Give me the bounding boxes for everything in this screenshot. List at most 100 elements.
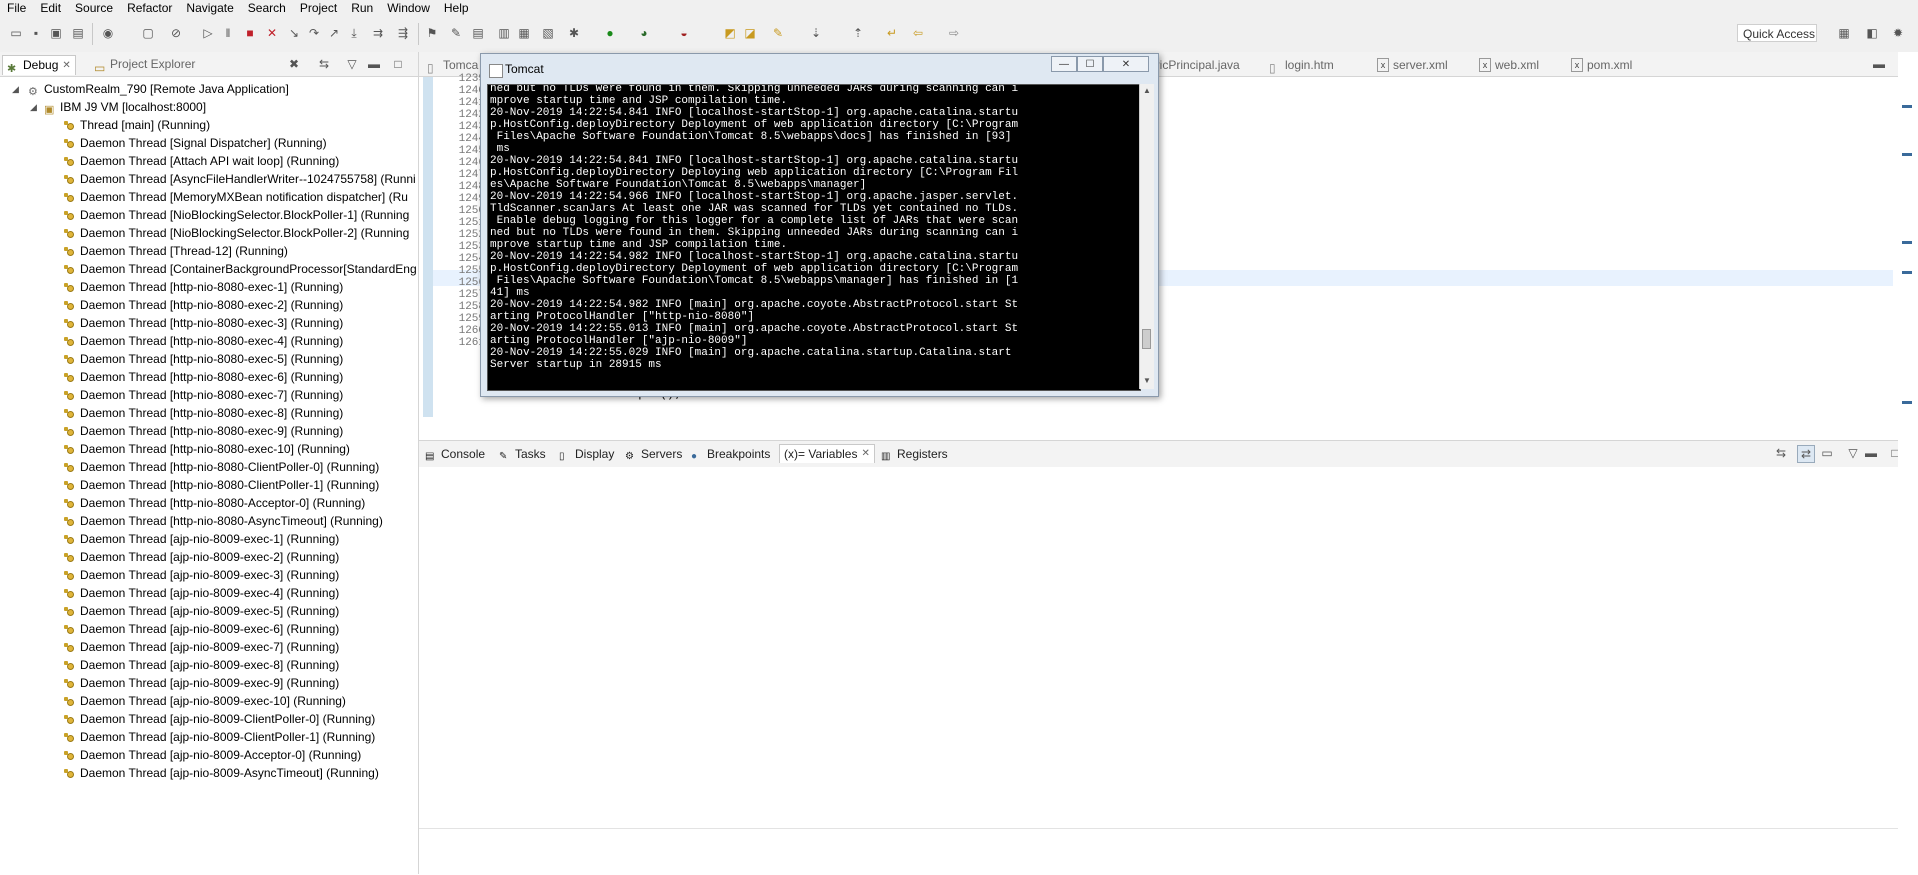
maximize-icon[interactable]: □ [390, 56, 406, 72]
expand-toggle-icon[interactable]: ◢ [12, 80, 19, 98]
prev-annotation-icon[interactable]: ⇡ [850, 25, 866, 41]
show-type-names-icon[interactable]: ⇄ [1797, 445, 1815, 463]
tab-registers[interactable]: ▥ Registers [881, 445, 948, 463]
variables-detail-pane[interactable] [419, 828, 1918, 875]
thread-node[interactable]: Daemon Thread [ajp-nio-8009-exec-4] (Run… [64, 584, 339, 602]
view-menu-icon[interactable]: ▽ [1845, 445, 1861, 461]
print-icon[interactable]: ▤ [70, 25, 86, 41]
new-icon[interactable]: ▭ [8, 25, 24, 41]
editor-tab-server-xml[interactable]: x server.xml [1377, 56, 1448, 74]
suspend-icon[interactable]: ‖ [220, 25, 236, 41]
editor-tab-login[interactable]: ▯ login.htm [1269, 56, 1334, 75]
debug-bug-icon[interactable]: ✱ [566, 25, 582, 41]
search-icon[interactable]: ✎ [770, 25, 786, 41]
thread-node[interactable]: Daemon Thread [http-nio-8080-exec-4] (Ru… [64, 332, 343, 350]
remove-terminated-icon[interactable]: ✖ [286, 56, 302, 72]
menu-item-refactor[interactable]: Refactor [120, 0, 179, 17]
menu-item-search[interactable]: Search [241, 0, 293, 17]
quick-access-input[interactable]: Quick Access [1737, 24, 1817, 42]
open-declaration-icon[interactable]: ⚑ [424, 25, 440, 41]
close-button[interactable]: ✕ [1103, 56, 1149, 72]
save-all-icon[interactable]: ▣ [48, 25, 64, 41]
thread-node[interactable]: Daemon Thread [ajp-nio-8009-exec-7] (Run… [64, 638, 339, 656]
tab-project-explorer[interactable]: ▭ Project Explorer [94, 55, 195, 75]
thread-node[interactable]: Daemon Thread [http-nio-8080-exec-10] (R… [64, 440, 350, 458]
coverage-icon[interactable]: ◕ [636, 25, 652, 41]
expand-toggle-icon[interactable]: ◢ [30, 98, 37, 116]
menu-item-edit[interactable]: Edit [33, 0, 68, 17]
editor-tab-pom-xml[interactable]: x pom.xml [1571, 56, 1632, 74]
last-edit-icon[interactable]: ↵ [884, 25, 900, 41]
thread-node[interactable]: Daemon Thread [ajp-nio-8009-exec-8] (Run… [64, 656, 339, 674]
pen-icon[interactable]: ✎ [448, 25, 464, 41]
java-perspective-icon[interactable]: ◧ [1864, 25, 1880, 41]
maximize-button[interactable]: ☐ [1077, 56, 1103, 72]
link-icon[interactable]: ▦ [516, 25, 532, 41]
tab-tasks[interactable]: ✎ Tasks [499, 445, 546, 463]
thread-node[interactable]: Daemon Thread [http-nio-8080-ClientPolle… [64, 458, 379, 476]
menu-item-run[interactable]: Run [344, 0, 380, 17]
drop-to-frame-icon[interactable]: ⤓ [346, 25, 362, 41]
thread-node[interactable]: Daemon Thread [MemoryMXBean notification… [64, 188, 408, 206]
thread-node[interactable]: Daemon Thread [http-nio-8080-AsyncTimeou… [64, 512, 383, 530]
close-icon[interactable]: ✕ [861, 445, 869, 463]
tomcat-console-window[interactable]: Tomcat — ☐ ✕ ned but no TLDs were found … [480, 53, 1159, 397]
tab-display[interactable]: ▯ Display [559, 445, 614, 463]
thread-node[interactable]: Daemon Thread [NioBlockingSelector.Block… [64, 224, 409, 242]
debug-perspective-icon[interactable]: ✹ [1890, 25, 1906, 41]
thread-node[interactable]: Daemon Thread [ajp-nio-8009-exec-1] (Run… [64, 530, 339, 548]
thread-node[interactable]: Daemon Thread [http-nio-8080-ClientPolle… [64, 476, 379, 494]
run-icon[interactable]: ● [602, 25, 618, 41]
debug-config-icon[interactable]: ◉ [100, 25, 116, 41]
use-step-filters-icon[interactable]: ⇉ [370, 25, 386, 41]
tab-breakpoints[interactable]: ● Breakpoints [691, 445, 770, 463]
tomcat-titlebar[interactable]: Tomcat — ☐ ✕ [481, 54, 1158, 84]
tab-debug[interactable]: ✱ Debug ✕ [2, 55, 76, 75]
editor-tab-tomcat[interactable]: ▯ Tomca [427, 56, 478, 75]
editor-tab-web-xml[interactable]: x web.xml [1479, 56, 1539, 74]
scroll-down-icon[interactable]: ▼ [1143, 376, 1151, 385]
vm-node[interactable]: ▣ IBM J9 VM [localhost:8000] [44, 98, 206, 116]
task-icon[interactable]: ▤ [470, 25, 486, 41]
tab-console[interactable]: ▤ Console [425, 445, 485, 463]
thread-node[interactable]: Daemon Thread [ajp-nio-8009-exec-10] (Ru… [64, 692, 346, 710]
minimize-icon[interactable]: ▬ [1863, 445, 1879, 461]
terminate-icon[interactable]: ■ [242, 25, 258, 41]
menu-item-help[interactable]: Help [437, 0, 476, 17]
doc-icon[interactable]: ▥ [496, 25, 512, 41]
open-perspective-icon[interactable]: ▦ [1836, 25, 1852, 41]
thread-node[interactable]: Daemon Thread [http-nio-8080-exec-5] (Ru… [64, 350, 343, 368]
new-java-project-icon[interactable]: ◩ [722, 25, 738, 41]
thread-node[interactable]: Daemon Thread [ajp-nio-8009-Acceptor-0] … [64, 746, 361, 764]
scrollbar-thumb[interactable] [1142, 329, 1151, 349]
thread-node[interactable]: Daemon Thread [ContainerBackgroundProces… [64, 260, 417, 278]
remove-all-icon[interactable]: ▭ [1819, 445, 1835, 461]
thread-node[interactable]: Daemon Thread [ajp-nio-8009-exec-3] (Run… [64, 566, 339, 584]
collapse-all-icon[interactable]: ⇆ [1773, 445, 1789, 461]
thread-node[interactable]: Daemon Thread [ajp-nio-8009-exec-2] (Run… [64, 548, 339, 566]
collapse-icon[interactable]: ⇆ [316, 56, 332, 72]
resume-icon[interactable]: ▷ [200, 25, 216, 41]
breakpoint-filter-icon[interactable]: ⇶ [395, 25, 411, 41]
launch-node[interactable]: ⚙ CustomRealm_790 [Remote Java Applicatio… [28, 80, 289, 98]
disconnect-icon[interactable]: ✕ [264, 25, 280, 41]
thread-node[interactable]: Daemon Thread [http-nio-8080-exec-3] (Ru… [64, 314, 343, 332]
thread-node[interactable]: Daemon Thread [ajp-nio-8009-ClientPoller… [64, 728, 375, 746]
back-icon[interactable]: ⇦ [910, 25, 926, 41]
tab-variables[interactable]: (x)= Variables ✕ [779, 444, 875, 463]
thread-node[interactable]: Daemon Thread [ajp-nio-8009-ClientPoller… [64, 710, 375, 728]
forward-icon[interactable]: ⇨ [946, 25, 962, 41]
thread-node[interactable]: Daemon Thread [ajp-nio-8009-exec-5] (Run… [64, 602, 339, 620]
thread-node[interactable]: Daemon Thread [http-nio-8080-exec-2] (Ru… [64, 296, 343, 314]
thread-node[interactable]: Daemon Thread [http-nio-8080-exec-7] (Ru… [64, 386, 343, 404]
thread-node[interactable]: Daemon Thread [http-nio-8080-exec-8] (Ru… [64, 404, 343, 422]
menu-item-navigate[interactable]: Navigate [179, 0, 240, 17]
step-into-icon[interactable]: ↘ [286, 25, 302, 41]
thread-node[interactable]: Daemon Thread [http-nio-8080-exec-9] (Ru… [64, 422, 343, 440]
close-icon[interactable]: ✕ [62, 56, 70, 75]
minimize-icon[interactable]: ▬ [1871, 56, 1887, 72]
console-scrollbar[interactable]: ▲ ▼ [1139, 84, 1154, 389]
thread-node[interactable]: Daemon Thread [Attach API wait loop] (Ru… [64, 152, 339, 170]
thread-node[interactable]: Daemon Thread [ajp-nio-8009-exec-6] (Run… [64, 620, 339, 638]
scroll-up-icon[interactable]: ▲ [1143, 86, 1151, 95]
